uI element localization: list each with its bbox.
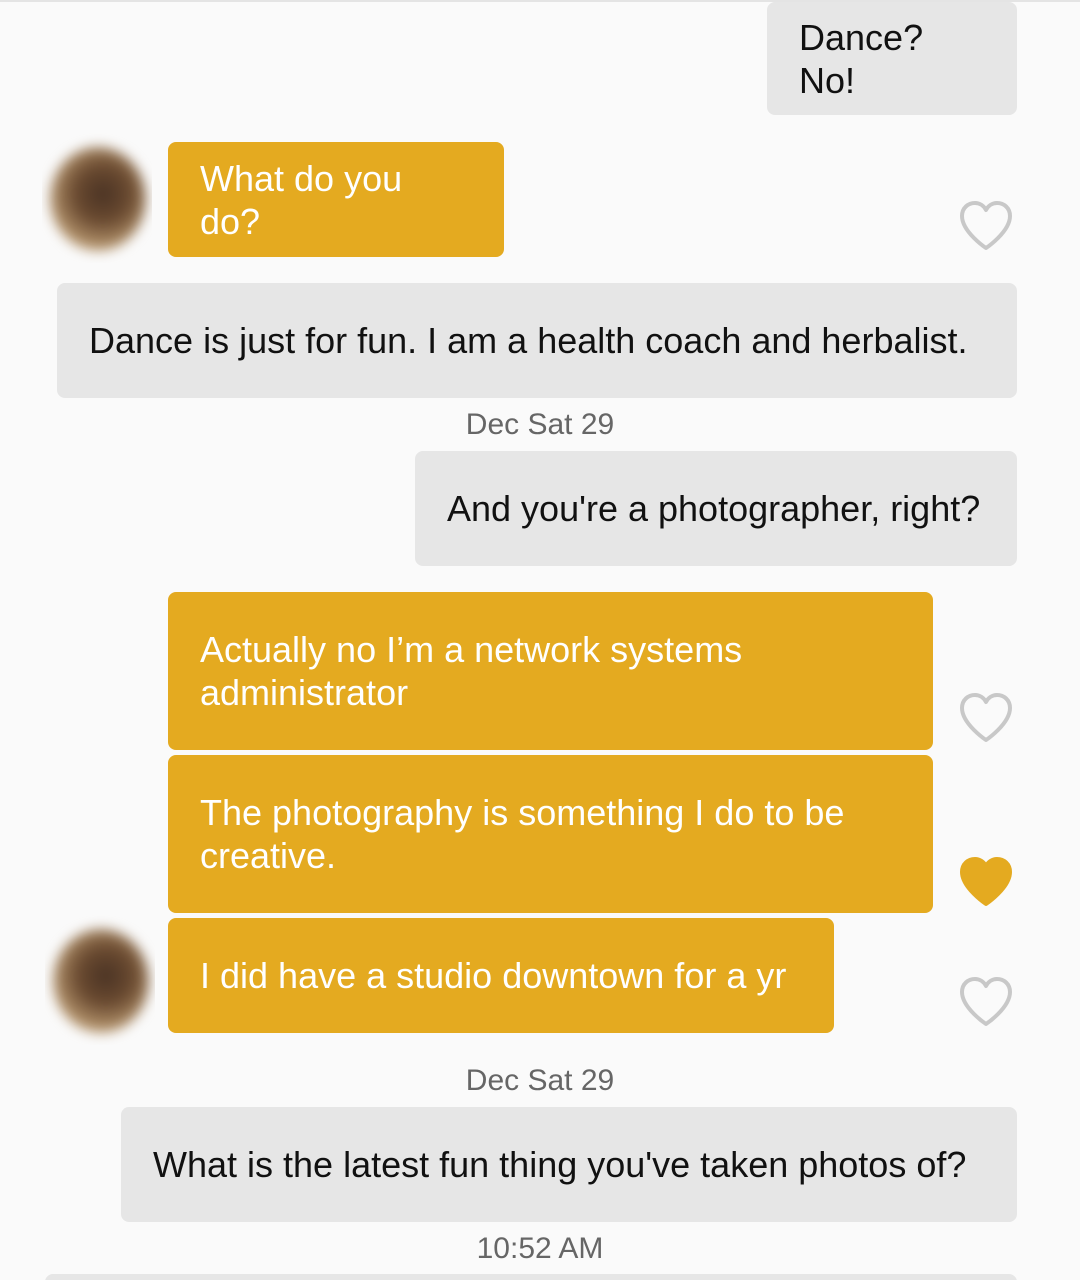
incoming-message[interactable]: What do you do?: [168, 142, 504, 257]
outgoing-message[interactable]: Dance? No!: [767, 2, 1017, 115]
avatar-image: [53, 929, 149, 1033]
message-text: Actually no I’m a network systems admini…: [200, 629, 743, 713]
avatar-image: [50, 147, 146, 251]
message-text: Dance? No!: [799, 16, 924, 101]
contact-avatar[interactable]: [45, 915, 155, 1045]
message-text: What is the latest fun thing you've take…: [153, 1144, 967, 1185]
chat-screen: Dance? No! What do you do? Dance is just…: [0, 0, 1080, 1280]
message-text: And you're a photographer, right?: [447, 488, 981, 529]
message-text: What do you do?: [200, 157, 403, 242]
incoming-message[interactable]: The photography is something I do to be …: [168, 755, 933, 913]
date-separator: Dec Sat 29: [465, 1064, 615, 1097]
message-text: I did have a studio downtown for a yr: [200, 955, 787, 996]
outgoing-message[interactable]: Dance is just for fun. I am a health coa…: [57, 283, 1017, 398]
date-separator: Dec Sat 29: [465, 408, 615, 441]
outgoing-message[interactable]: What is the latest fun thing you've take…: [121, 1107, 1017, 1222]
next-message-edge: [45, 1274, 1017, 1280]
message-text: Dance is just for fun. I am a health coa…: [89, 320, 968, 361]
like-heart-icon[interactable]: [958, 692, 1014, 744]
incoming-message[interactable]: I did have a studio downtown for a yr: [168, 918, 834, 1033]
contact-avatar[interactable]: [42, 133, 152, 263]
time-separator: 10:52 AM: [476, 1232, 604, 1265]
like-heart-icon[interactable]: [958, 976, 1014, 1028]
like-heart-icon[interactable]: [958, 200, 1014, 252]
incoming-message[interactable]: Actually no I’m a network systems admini…: [168, 592, 933, 750]
message-text: The photography is something I do to be …: [200, 792, 845, 876]
outgoing-message[interactable]: And you're a photographer, right?: [415, 451, 1017, 566]
liked-heart-icon[interactable]: [958, 856, 1014, 908]
